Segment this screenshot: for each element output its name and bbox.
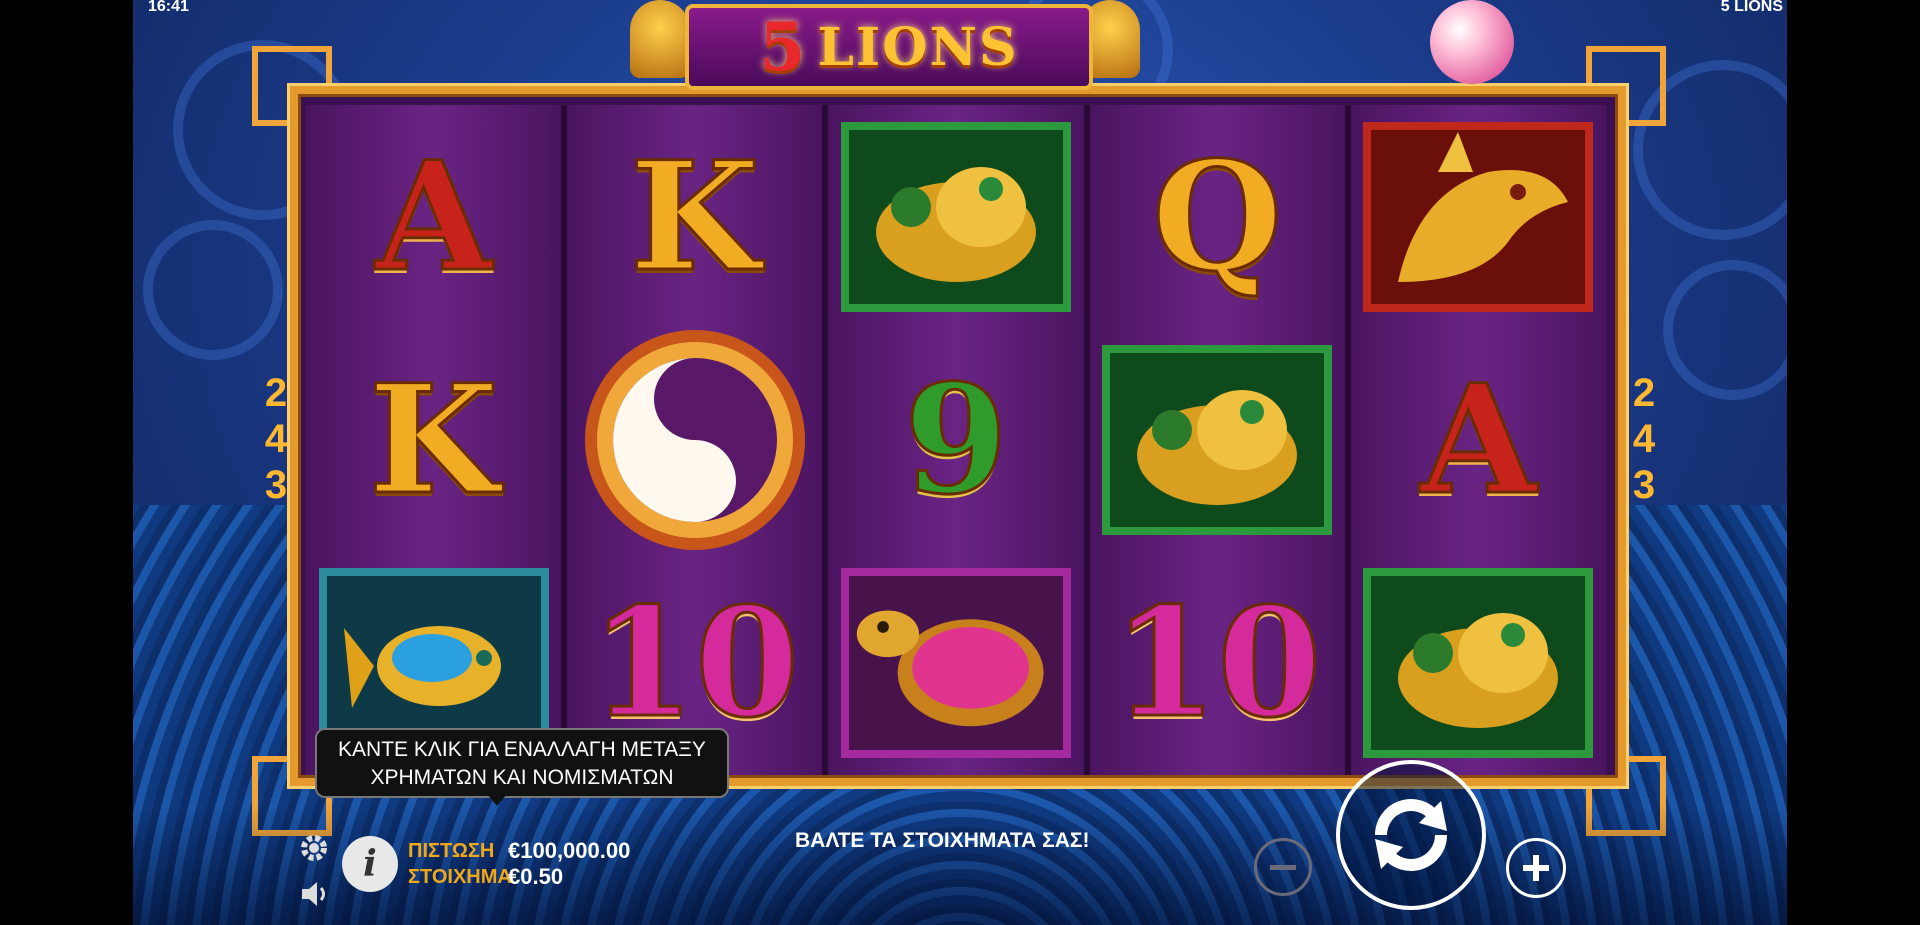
turtle-icon xyxy=(856,609,1044,726)
symbol-cell: K xyxy=(567,105,822,328)
symbol-a: A xyxy=(1419,351,1538,528)
ways-digit: 3 xyxy=(1632,463,1656,507)
reel-5: A xyxy=(1350,105,1607,775)
golden-toad-symbol xyxy=(1363,567,1594,758)
speaker-icon xyxy=(302,882,325,906)
reel-1: A K xyxy=(306,105,568,775)
symbol-cell: A xyxy=(1351,328,1606,551)
pearl-ornament xyxy=(1430,0,1514,84)
bet-label[interactable]: ΣΤΟΙΧΗΜΑ xyxy=(408,866,512,889)
symbol-cell: K xyxy=(306,328,561,551)
reel-2: K 10 xyxy=(567,105,829,775)
ways-digit: 2 xyxy=(1632,371,1656,415)
ways-counter-left: 2 4 3 xyxy=(256,370,296,508)
ways-digit: 2 xyxy=(264,371,288,415)
symbol-10: 10 xyxy=(589,574,801,751)
status-message: ΒΑΛΤΕ ΤΑ ΣΤΟΙΧΗΜΑΤΑ ΣΑΣ! xyxy=(795,829,1090,852)
toad-icon xyxy=(876,166,1036,282)
golden-turtle-symbol xyxy=(841,567,1071,758)
toad-icon xyxy=(1137,389,1298,505)
symbol-a: A xyxy=(374,128,493,305)
symbol-cell: A xyxy=(306,105,561,328)
yin-yang-icon xyxy=(584,329,805,550)
ways-digit: 3 xyxy=(264,463,288,507)
symbol-q: Q xyxy=(1150,128,1284,305)
logo-digit: 5 xyxy=(759,8,808,86)
logo-word: LIONS xyxy=(817,16,1019,78)
spin-icon xyxy=(1375,799,1447,871)
symbol-cell xyxy=(1351,551,1606,774)
symbol-cell xyxy=(828,105,1083,328)
tooltip-line: ΧΡΗΜΑΤΩΝ ΚΑΙ ΝΟΜΙΣΜΑΤΩΝ xyxy=(370,766,674,789)
symbol-cell: 10 xyxy=(1090,551,1345,774)
symbol-cell xyxy=(1090,328,1345,551)
lion-statue-left xyxy=(630,0,690,78)
golden-toad-symbol xyxy=(1102,344,1333,535)
symbol-10: 10 xyxy=(1111,574,1323,751)
symbol-cell xyxy=(1351,105,1606,328)
ways-digit: 4 xyxy=(1632,417,1656,461)
tooltip-line: ΚΑΝΤΕ ΚΛΙΚ ΓΙΑ ΕΝΑΛΛΑΓΗ ΜΕΤΑΞΥ xyxy=(338,738,706,761)
status-clock: 16:41 xyxy=(148,0,189,15)
symbol-cell xyxy=(567,328,822,551)
minus-icon xyxy=(1270,864,1296,870)
reel-3: 9 xyxy=(828,105,1090,775)
decrease-bet-button[interactable] xyxy=(1254,838,1312,896)
spin-button[interactable] xyxy=(1336,760,1486,910)
reels-grid: A K K 10 9 Q 10 A xyxy=(306,105,1607,775)
currency-toggle-tooltip: ΚΑΝΤΕ ΚΛΙΚ ΓΙΑ ΕΝΑΛΛΑΓΗ ΜΕΤΑΞΥ ΧΡΗΜΑΤΩΝ … xyxy=(315,728,729,806)
game-title-label: 5 LIONS xyxy=(1720,0,1783,15)
bet-value[interactable]: €0.50 xyxy=(508,864,563,890)
toad-icon xyxy=(1398,612,1559,728)
symbol-cell: Q xyxy=(1090,105,1345,328)
ways-digit: 4 xyxy=(264,417,288,461)
koi-fish-icon xyxy=(343,625,501,708)
gear-icon xyxy=(301,835,327,861)
ways-counter-right: 2 4 3 xyxy=(1624,370,1664,508)
reel-4: Q 10 xyxy=(1089,105,1351,775)
info-icon: i xyxy=(363,843,377,885)
symbol-k: K xyxy=(628,128,761,305)
credit-value[interactable]: €100,000.00 xyxy=(508,838,630,864)
increase-bet-button[interactable] xyxy=(1506,838,1566,898)
symbol-cell: 9 xyxy=(828,328,1083,551)
sound-button[interactable] xyxy=(298,876,334,912)
golden-dragon-symbol xyxy=(1363,121,1594,312)
credit-label[interactable]: ΠΙΣΤΩΣΗ xyxy=(408,840,494,863)
symbol-cell xyxy=(828,551,1083,774)
plus-icon xyxy=(1523,855,1549,881)
symbol-9: 9 xyxy=(902,351,1009,528)
game-logo: 5 LIONS xyxy=(685,4,1093,90)
dragon-icon xyxy=(1398,131,1569,282)
golden-toad-symbol xyxy=(841,121,1071,312)
info-button[interactable]: i xyxy=(342,836,398,892)
symbol-k: K xyxy=(367,351,500,528)
settings-button[interactable] xyxy=(296,830,332,866)
